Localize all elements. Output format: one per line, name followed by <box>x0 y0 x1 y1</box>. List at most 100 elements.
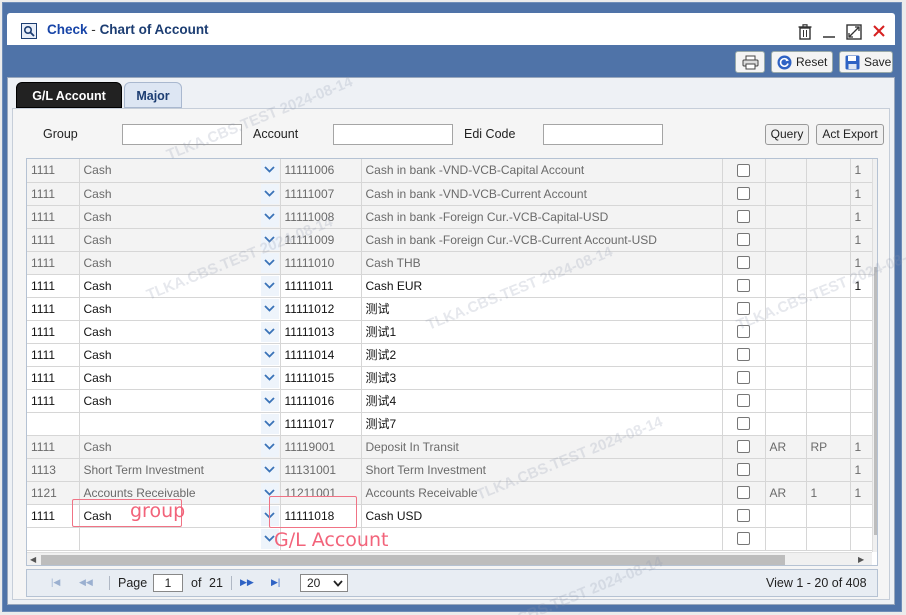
account-cell[interactable]: 11111017 <box>280 412 362 436</box>
table-row[interactable]: 1111 Cash 11111007 Cash in bank -VND-VCB-Cu… <box>27 182 873 206</box>
chevron-down-icon[interactable] <box>260 390 279 411</box>
account-cell[interactable]: 11111006 <box>280 159 362 183</box>
reset-button[interactable]: Reset <box>771 51 833 73</box>
row-checkbox[interactable] <box>737 348 750 361</box>
page-size-select[interactable]: 20 <box>300 574 348 592</box>
scroll-up-icon[interactable]: ▲ <box>876 163 877 173</box>
account-cell[interactable]: 11111016 <box>280 389 362 413</box>
chevron-down-icon[interactable] <box>260 206 279 227</box>
chevron-down-icon[interactable] <box>260 229 279 250</box>
row-checkbox[interactable] <box>737 371 750 384</box>
row-checkbox[interactable] <box>737 325 750 338</box>
name-cell[interactable]: Cash THB <box>361 251 723 275</box>
table-row[interactable]: 1111 Cash 11111015 测试3 <box>27 366 873 390</box>
chevron-down-icon[interactable] <box>260 160 279 180</box>
query-button[interactable]: Query <box>765 124 809 145</box>
group-cell[interactable]: Cash <box>79 389 281 413</box>
table-row[interactable]: 1111 Cash 11119001 Deposit In Transit AR RP 1 <box>27 435 873 459</box>
row-checkbox[interactable] <box>737 302 750 315</box>
account-cell[interactable]: 11111011 <box>280 274 362 298</box>
table-row[interactable]: 1111 Cash 11111013 测试1 <box>27 320 873 344</box>
group-cell[interactable] <box>79 412 281 436</box>
table-row[interactable]: 11111017 测试7 <box>27 412 873 436</box>
row-checkbox[interactable] <box>737 163 750 177</box>
group-cell[interactable]: Cash <box>79 251 281 275</box>
horizontal-scrollbar[interactable]: ◀ ▶ <box>27 552 872 565</box>
next-page-icon[interactable]: ▶▶ <box>240 577 254 588</box>
prev-page-icon[interactable]: ◀◀ <box>79 577 93 588</box>
maximize-icon[interactable] <box>845 23 863 41</box>
group-cell[interactable]: Cash <box>79 205 281 229</box>
name-cell[interactable]: Cash USD <box>361 504 723 528</box>
account-input[interactable] <box>333 124 453 145</box>
account-cell[interactable]: 11119001 <box>280 435 362 459</box>
row-checkbox[interactable] <box>737 394 750 407</box>
group-cell[interactable]: Cash <box>79 182 281 206</box>
account-cell[interactable]: 11111014 <box>280 343 362 367</box>
chevron-down-icon[interactable] <box>260 275 279 296</box>
name-cell[interactable]: Cash in bank -Foreign Cur.-VCB-Current A… <box>361 228 723 252</box>
group-cell[interactable]: Cash <box>79 320 281 344</box>
group-input[interactable] <box>122 124 242 145</box>
print-button[interactable] <box>735 51 765 73</box>
name-cell[interactable]: Cash EUR <box>361 274 723 298</box>
name-cell[interactable]: 测试 <box>361 297 723 321</box>
table-row[interactable]: 1111 Cash 11111006 Cash in bank -VND-VCB-Ca… <box>27 159 873 183</box>
group-cell[interactable] <box>79 527 281 551</box>
account-cell[interactable]: 11111010 <box>280 251 362 275</box>
save-button[interactable]: Save <box>839 51 893 73</box>
table-row[interactable]: 1111 Cash 11111009 Cash in bank -Foreign Cu… <box>27 228 873 252</box>
name-cell[interactable]: 测试1 <box>361 320 723 344</box>
chevron-down-icon[interactable] <box>260 459 279 480</box>
account-cell[interactable]: 11111013 <box>280 320 362 344</box>
row-checkbox[interactable] <box>737 509 750 522</box>
edi-code-input[interactable] <box>543 124 663 145</box>
account-cell[interactable]: 11111015 <box>280 366 362 390</box>
group-cell[interactable]: Cash <box>79 159 281 183</box>
chevron-down-icon[interactable] <box>260 344 279 365</box>
table-row[interactable]: 1111 Cash 11111016 测试4 <box>27 389 873 413</box>
first-page-icon[interactable]: |◀ <box>51 577 60 588</box>
row-checkbox[interactable] <box>737 532 750 545</box>
name-cell[interactable]: 测试3 <box>361 366 723 390</box>
name-cell[interactable]: Deposit In Transit <box>361 435 723 459</box>
name-cell[interactable]: Cash in bank -VND-VCB-Capital Account <box>361 159 723 183</box>
chevron-down-icon[interactable] <box>260 321 279 342</box>
account-cell[interactable]: 11111012 <box>280 297 362 321</box>
last-page-icon[interactable]: ▶| <box>271 577 280 588</box>
group-cell[interactable]: Cash <box>79 366 281 390</box>
chevron-down-icon[interactable] <box>260 436 279 457</box>
group-cell[interactable]: Cash <box>79 435 281 459</box>
row-checkbox[interactable] <box>737 486 750 499</box>
group-cell[interactable]: Short Term Investment <box>79 458 281 482</box>
scroll-left-icon[interactable]: ◀ <box>30 555 36 565</box>
row-checkbox[interactable] <box>737 417 750 430</box>
row-checkbox[interactable] <box>737 440 750 453</box>
account-cell[interactable]: 11111007 <box>280 182 362 206</box>
name-cell[interactable]: Cash in bank -VND-VCB-Current Account <box>361 182 723 206</box>
page-number-input[interactable]: 1 <box>153 574 183 592</box>
name-cell[interactable]: Cash in bank -Foreign Cur.-VCB-Capital-U… <box>361 205 723 229</box>
table-row[interactable]: 1111 Cash 11111010 Cash THB 1 <box>27 251 873 275</box>
chevron-down-icon[interactable] <box>260 367 279 388</box>
chevron-down-icon[interactable] <box>260 252 279 273</box>
group-cell[interactable]: Cash <box>79 297 281 321</box>
name-cell[interactable]: Accounts Receivable <box>361 481 723 505</box>
name-cell[interactable]: 测试7 <box>361 412 723 436</box>
table-row[interactable]: 1111 Cash 11111014 测试2 <box>27 343 873 367</box>
close-icon[interactable] <box>871 23 889 41</box>
table-row[interactable]: 1111 Cash 11111011 Cash EUR 1 <box>27 274 873 298</box>
row-checkbox[interactable] <box>737 233 750 246</box>
name-cell[interactable]: 测试4 <box>361 389 723 413</box>
vertical-scrollbar[interactable]: ▲ ▼ <box>872 159 877 552</box>
group-cell[interactable]: Cash <box>79 343 281 367</box>
table-row[interactable] <box>27 527 873 551</box>
name-cell[interactable] <box>361 527 723 551</box>
scroll-right-icon[interactable]: ▶ <box>858 555 864 565</box>
vertical-scroll-thumb[interactable] <box>874 267 877 535</box>
chevron-down-icon[interactable] <box>260 413 279 434</box>
chevron-down-icon[interactable] <box>260 298 279 319</box>
name-cell[interactable]: 测试2 <box>361 343 723 367</box>
row-checkbox[interactable] <box>737 210 750 223</box>
table-row[interactable]: 1111 Cash 11111012 测试 <box>27 297 873 321</box>
